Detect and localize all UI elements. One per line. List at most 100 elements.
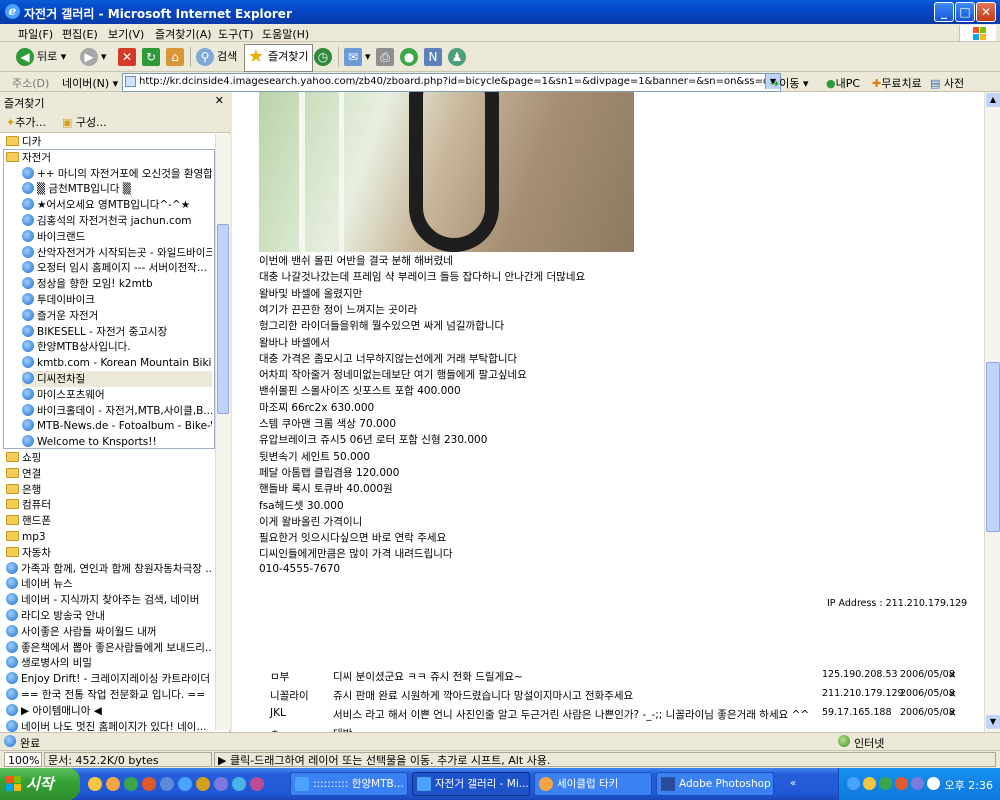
favorites-folder[interactable]: 디카 — [6, 134, 212, 150]
history-button[interactable]: ◷ — [314, 45, 335, 69]
favorites-link[interactable]: 사이좋은 사람들 싸이월드 내꺼 — [6, 624, 212, 640]
favorites-link[interactable]: 라디오 방송국 안내 — [6, 608, 212, 624]
taskbar-expand-arrows[interactable]: « — [790, 778, 796, 789]
scroll-up-arrow[interactable]: ▲ — [986, 93, 1000, 107]
add-favorite-button[interactable]: ✦추가... — [6, 114, 46, 130]
task-bicycle-gallery[interactable]: 자전거 갤러리 - Mi... — [412, 772, 530, 796]
start-button[interactable]: 시작 — [0, 768, 80, 800]
quicklaunch-extra-icon[interactable] — [250, 777, 264, 791]
favorites-link[interactable]: BIKESELL - 자전거 중고시장 — [22, 324, 212, 340]
favorites-link[interactable]: 정상을 향한 모임! k2mtb — [22, 276, 212, 292]
favorites-folder[interactable]: 핸드폰 — [6, 513, 212, 529]
favorites-link[interactable]: 바이크랜드 — [22, 229, 212, 245]
favorites-folder[interactable]: 자전거 — [6, 150, 212, 166]
comment-delete-button[interactable]: × — [948, 707, 957, 719]
favorites-link[interactable]: ▶ 아이템매니아 ◀ — [6, 703, 212, 719]
favorites-link[interactable]: 디씨전차질 — [22, 371, 212, 387]
comment-author[interactable]: ㅁ부 — [270, 669, 289, 684]
menu-view[interactable]: 보기(V) — [108, 26, 144, 42]
close-favorites-icon[interactable]: ✕ — [215, 94, 224, 107]
comment-author[interactable]: 니꼴라이 — [270, 688, 309, 703]
task-photoshop[interactable]: Adobe Photoshop ... — [656, 772, 774, 796]
favorites-link[interactable]: 김홍석의 자전거천국 jachun.com — [22, 213, 212, 229]
quicklaunch-outlook-icon[interactable] — [232, 777, 246, 791]
menu-file[interactable]: 파일(F) — [18, 26, 53, 42]
favorites-link[interactable]: 네이버 - 지식까지 찾아주는 검색, 네이버 — [6, 592, 212, 608]
link-dictionary[interactable]: ▤ 사전 — [930, 75, 964, 91]
favorites-link[interactable]: 오정터 임시 홈페이지 --- 서버이전작... — [22, 260, 212, 276]
naver-dropdown[interactable]: 네이버(N) ▾ — [62, 75, 118, 91]
favorites-folder[interactable]: 연결 — [6, 466, 212, 482]
quicklaunch-app-icon[interactable] — [142, 777, 156, 791]
zoom-level[interactable]: 100% — [4, 752, 42, 767]
favorites-link[interactable]: 네이버 뉴스 — [6, 576, 212, 592]
minimize-button[interactable]: _ — [934, 2, 954, 22]
menu-help[interactable]: 도움말(H) — [262, 26, 309, 42]
quicklaunch-desktop-icon[interactable] — [214, 777, 228, 791]
tray-antivirus-icon[interactable] — [879, 777, 892, 790]
n-button[interactable]: N — [424, 45, 445, 69]
quicklaunch-folder-icon[interactable] — [196, 777, 210, 791]
refresh-button[interactable]: ↻ — [142, 45, 163, 69]
task-sayclub[interactable]: 세이클럽 타키 — [534, 772, 652, 796]
favorites-link[interactable]: 바이크홀데이 - 자전거,MTB,사이클,B... — [22, 403, 212, 419]
favorites-button[interactable]: ★ 즐겨찾기 — [244, 44, 314, 72]
content-scrollbar[interactable]: ▲ ▼ — [984, 92, 1000, 732]
organize-favorites-button[interactable]: ▣ 구성... — [62, 114, 107, 130]
favorites-link[interactable]: 네이버 나도 멋진 홈페이지가 있다! 네이... — [6, 719, 212, 732]
users-button[interactable]: ♟ — [448, 45, 469, 69]
tray-ime-icon[interactable] — [927, 777, 940, 790]
quicklaunch-messenger-icon[interactable] — [88, 777, 102, 791]
favorites-link[interactable]: MTB-News.de - Fotoalbum - Bike-W... — [22, 418, 212, 434]
search-button[interactable]: ⚲ 검색 — [196, 45, 237, 69]
comment-author[interactable]: JKL — [270, 707, 286, 719]
mail-button[interactable]: ✉ ▾ — [344, 45, 371, 69]
menu-tools[interactable]: 도구(T) — [218, 26, 254, 42]
quicklaunch-info-icon[interactable] — [124, 777, 138, 791]
favorites-link[interactable]: 산악자전거가 시작되는곳 - 와일드바이크 — [22, 245, 212, 261]
quicklaunch-ie-icon[interactable] — [178, 777, 192, 791]
favorites-folder[interactable]: 컴퓨터 — [6, 497, 212, 513]
favorites-scrollbar[interactable] — [215, 134, 230, 730]
close-button[interactable]: ✕ — [976, 2, 996, 22]
link-free-cure[interactable]: ✚무료치료 — [872, 75, 922, 91]
favorites-link[interactable]: 즐거운 자전거 — [22, 308, 212, 324]
favorites-link[interactable]: == 한국 전통 작업 전문화교 입니다. == — [6, 687, 212, 703]
favorites-folder[interactable]: 쇼핑 — [6, 450, 212, 466]
favorites-folder[interactable]: mp3 — [6, 529, 212, 545]
tray-messenger-icon[interactable] — [863, 777, 876, 790]
favorites-link[interactable]: ★어서오세요 영MTB입니다^-^★ — [22, 197, 212, 213]
messenger-button[interactable]: ● — [400, 45, 421, 69]
favorites-link[interactable]: ++ 마니의 자전거포에 오신것을 환영합... — [22, 166, 212, 182]
quicklaunch-face-icon[interactable] — [106, 777, 120, 791]
tray-app-icon[interactable] — [895, 777, 908, 790]
favorites-link[interactable]: 좋은책에서 뽑아 좋은사람들에게 보내드리... — [6, 640, 212, 656]
favorites-folder[interactable]: 은행 — [6, 482, 212, 498]
comment-delete-button[interactable]: × — [948, 669, 957, 681]
favorites-link[interactable]: 생로병사의 비밀 — [6, 655, 212, 671]
favorites-link[interactable]: 마이스포츠웨어 — [22, 387, 212, 403]
tray-volume-icon[interactable] — [911, 777, 924, 790]
favorites-link[interactable]: 가족과 함께, 연인과 함께 창원자동차극장 ... — [6, 561, 212, 577]
forward-button[interactable]: ▶ ▾ — [80, 45, 107, 69]
comment-delete-button[interactable]: × — [948, 688, 957, 700]
content-scroll-thumb[interactable] — [986, 362, 1000, 532]
favorites-link[interactable]: 한양MTB상사입니다. — [22, 339, 212, 355]
home-button[interactable]: ⌂ — [166, 45, 187, 69]
maximize-button[interactable]: □ — [955, 2, 975, 22]
menu-favorites[interactable]: 즐겨찾기(A) — [155, 26, 212, 42]
menu-edit[interactable]: 편집(E) — [62, 26, 98, 42]
favorites-link[interactable]: kmtb.com - Korean Mountain Biking — [22, 355, 212, 371]
title-bar[interactable]: e 자전거 갤러리 - Microsoft Internet Explorer … — [0, 0, 1000, 24]
task-hanyang-mtb[interactable]: :::::::::: 한양MTB... — [290, 772, 408, 796]
favorites-link[interactable]: ▒ 금천MTB입니다 ▒ — [22, 181, 212, 197]
link-mypc[interactable]: ●내PC — [826, 75, 860, 91]
tray-network-icon[interactable] — [847, 777, 860, 790]
favorites-scroll-thumb[interactable] — [217, 224, 229, 414]
scroll-down-arrow[interactable]: ▼ — [986, 715, 1000, 729]
favorites-link[interactable]: 투데이바이크 — [22, 292, 212, 308]
back-button[interactable]: ◀ 뒤로 ▾ — [16, 45, 66, 69]
url-input[interactable]: http://kr.dcinside4.imagesearch.yahoo.co… — [122, 73, 781, 92]
stop-button[interactable]: ✕ — [118, 45, 139, 69]
go-button[interactable]: ➔이동 ▾ — [770, 75, 809, 91]
